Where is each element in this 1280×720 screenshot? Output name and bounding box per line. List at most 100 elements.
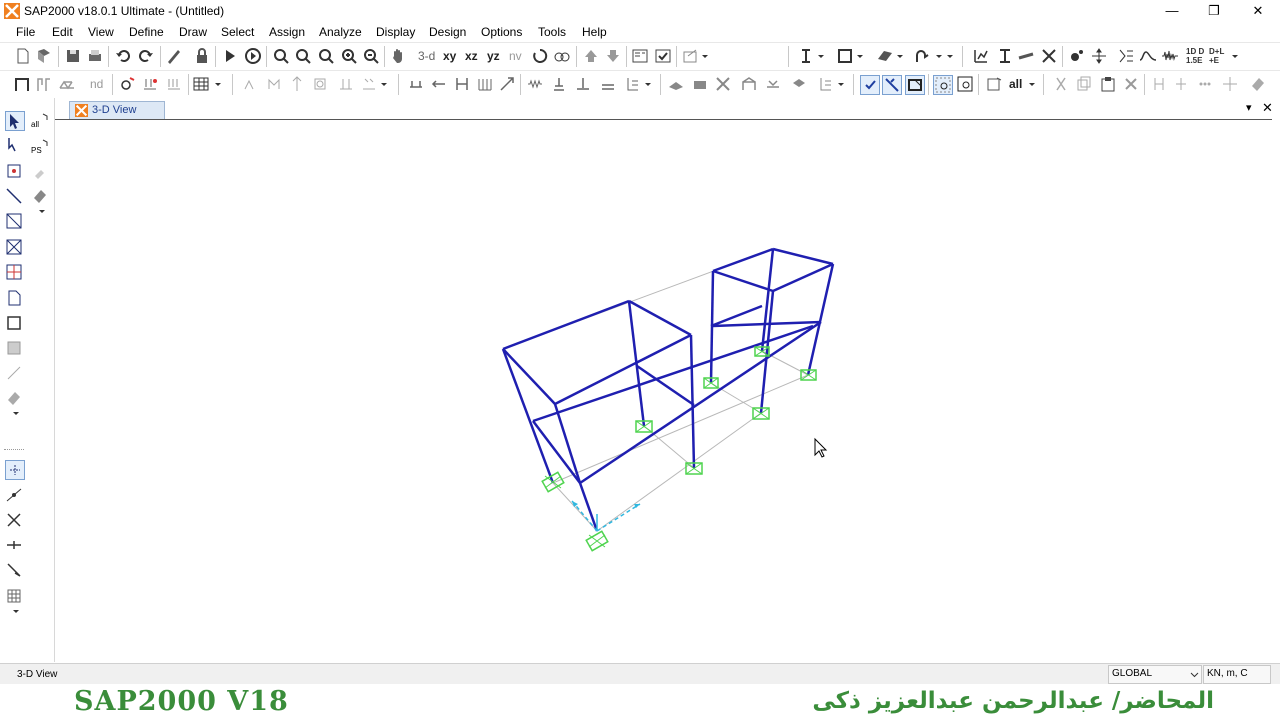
dead-live-combo-button[interactable]: D+L +E	[1209, 47, 1224, 65]
frame-member[interactable]	[578, 482, 599, 532]
pointer-icon[interactable]	[5, 111, 25, 131]
intersect-select-icon[interactable]	[882, 75, 902, 95]
3d-view-canvas[interactable]	[55, 119, 1272, 663]
draw-poly-area-icon[interactable]	[5, 289, 23, 307]
previous-zoom-icon[interactable]	[317, 47, 335, 65]
dropdown-arrow-icon[interactable]	[379, 75, 389, 93]
joint-constraints-icon[interactable]	[1090, 47, 1108, 65]
replicate-icon[interactable]	[1196, 75, 1214, 93]
structure-model[interactable]	[55, 120, 1272, 663]
move-icon[interactable]	[1221, 75, 1239, 93]
nd-button[interactable]: nd	[90, 77, 103, 91]
redo-icon[interactable]	[137, 47, 155, 65]
quick-draw-area-icon[interactable]	[5, 339, 23, 357]
get-previous-selection-icon[interactable]	[31, 187, 49, 205]
draw-rect-area-icon[interactable]	[5, 314, 23, 332]
menu-design[interactable]: Design	[429, 25, 466, 39]
draw-beam-icon[interactable]	[407, 75, 425, 93]
draw-area-icon[interactable]	[337, 75, 355, 93]
panel-dropdown-icon[interactable]: ▾	[1246, 101, 1252, 114]
truss-template-icon[interactable]	[58, 75, 76, 93]
dropdown-arrow-icon[interactable]	[836, 75, 846, 93]
load-combo-button[interactable]: 1D D 1.5E	[1186, 47, 1204, 65]
frame-template-icon[interactable]	[13, 75, 31, 93]
dropdown-arrow-icon[interactable]	[945, 47, 955, 65]
menu-define[interactable]: Define	[129, 25, 164, 39]
draw-rect-area-icon[interactable]	[360, 75, 378, 93]
new-file-icon[interactable]	[14, 47, 32, 65]
draw-line-icon[interactable]	[5, 187, 23, 205]
undo-icon[interactable]	[114, 47, 132, 65]
frame-member[interactable]	[636, 364, 695, 407]
draw-brace-icon[interactable]	[498, 75, 516, 93]
supports[interactable]	[541, 346, 817, 552]
view-xy-button[interactable]: xy	[443, 49, 456, 63]
frame-member[interactable]	[553, 403, 582, 484]
zoom-window-select-icon[interactable]	[933, 75, 953, 95]
frame-member[interactable]	[502, 348, 556, 405]
snap-joints-icon[interactable]	[5, 460, 25, 480]
window-select-icon[interactable]	[905, 75, 925, 95]
zoom-out-icon[interactable]	[362, 47, 380, 65]
select-all-box-icon[interactable]	[985, 75, 1003, 93]
clear-selection-icon[interactable]	[31, 163, 49, 181]
save-icon[interactable]	[64, 47, 82, 65]
draw-link-icon[interactable]	[5, 364, 23, 382]
paste-icon[interactable]	[1099, 75, 1117, 93]
assign-section-icon[interactable]	[667, 75, 685, 93]
frame-member[interactable]	[712, 320, 822, 328]
table-view-icon[interactable]	[192, 75, 210, 93]
frame-member[interactable]	[628, 299, 692, 337]
minimize-button[interactable]: —	[1150, 0, 1194, 22]
frame-member[interactable]	[712, 269, 774, 293]
draw-cable-icon[interactable]	[288, 75, 306, 93]
frame-member[interactable]	[772, 262, 834, 293]
menu-display[interactable]: Display	[376, 25, 415, 39]
draw-tendon-icon[interactable]	[311, 75, 329, 93]
view-xz-button[interactable]: xz	[465, 49, 478, 63]
frame-member[interactable]	[709, 270, 715, 384]
draw-frame-icon[interactable]	[266, 75, 284, 93]
assign-restraint-icon[interactable]	[790, 75, 808, 93]
area-load-icon[interactable]	[165, 75, 183, 93]
menu-view[interactable]: View	[88, 25, 114, 39]
run-now-icon[interactable]	[244, 47, 262, 65]
move-down-icon[interactable]	[604, 47, 622, 65]
frame-member[interactable]	[532, 324, 814, 423]
snap-line-icon[interactable]	[5, 561, 23, 579]
menu-assign[interactable]: Assign	[269, 25, 305, 39]
dropdown-arrow-icon[interactable]	[895, 47, 905, 65]
quick-draw-secondary-icon[interactable]	[5, 263, 23, 281]
cut-icon[interactable]	[1052, 75, 1070, 93]
menu-select[interactable]: Select	[221, 25, 254, 39]
select-all-button[interactable]: all	[1009, 77, 1022, 91]
dropdown-arrow-icon[interactable]	[38, 208, 46, 216]
menu-draw[interactable]: Draw	[179, 25, 207, 39]
frame-member[interactable]	[627, 300, 646, 427]
assign-tendon-icon[interactable]	[817, 75, 835, 93]
dropdown-arrow-icon[interactable]	[12, 608, 20, 616]
snap-grid-icon[interactable]	[5, 587, 23, 605]
lock-icon[interactable]	[193, 47, 211, 65]
draw-joint-icon[interactable]	[5, 162, 23, 180]
draw-slab-icon[interactable]	[599, 75, 617, 93]
eraser-icon[interactable]	[1249, 75, 1267, 93]
cross-select-icon[interactable]	[956, 75, 974, 93]
view-yz-button[interactable]: yz	[487, 49, 500, 63]
joint-load-icon[interactable]	[118, 75, 136, 93]
dropdown-arrow-icon[interactable]	[855, 47, 865, 65]
restore-button[interactable]: ❐	[1192, 0, 1236, 22]
dropdown-arrow-icon[interactable]	[213, 75, 223, 93]
set-display-options-icon[interactable]	[631, 47, 649, 65]
refresh-view-icon[interactable]	[165, 47, 183, 65]
tab-3d-view[interactable]: 3-D View	[69, 101, 165, 119]
panel-close-icon[interactable]: ✕	[1262, 100, 1273, 116]
restore-full-view-icon[interactable]	[294, 47, 312, 65]
fixed-support-icon[interactable]	[585, 530, 609, 552]
frame-member[interactable]	[712, 247, 774, 273]
area-section-icon[interactable]	[1017, 47, 1035, 65]
quick-draw-brace-icon[interactable]	[5, 238, 23, 256]
show-moment-icon[interactable]	[913, 47, 931, 65]
move-up-icon[interactable]	[582, 47, 600, 65]
menu-options[interactable]: Options	[481, 25, 522, 39]
